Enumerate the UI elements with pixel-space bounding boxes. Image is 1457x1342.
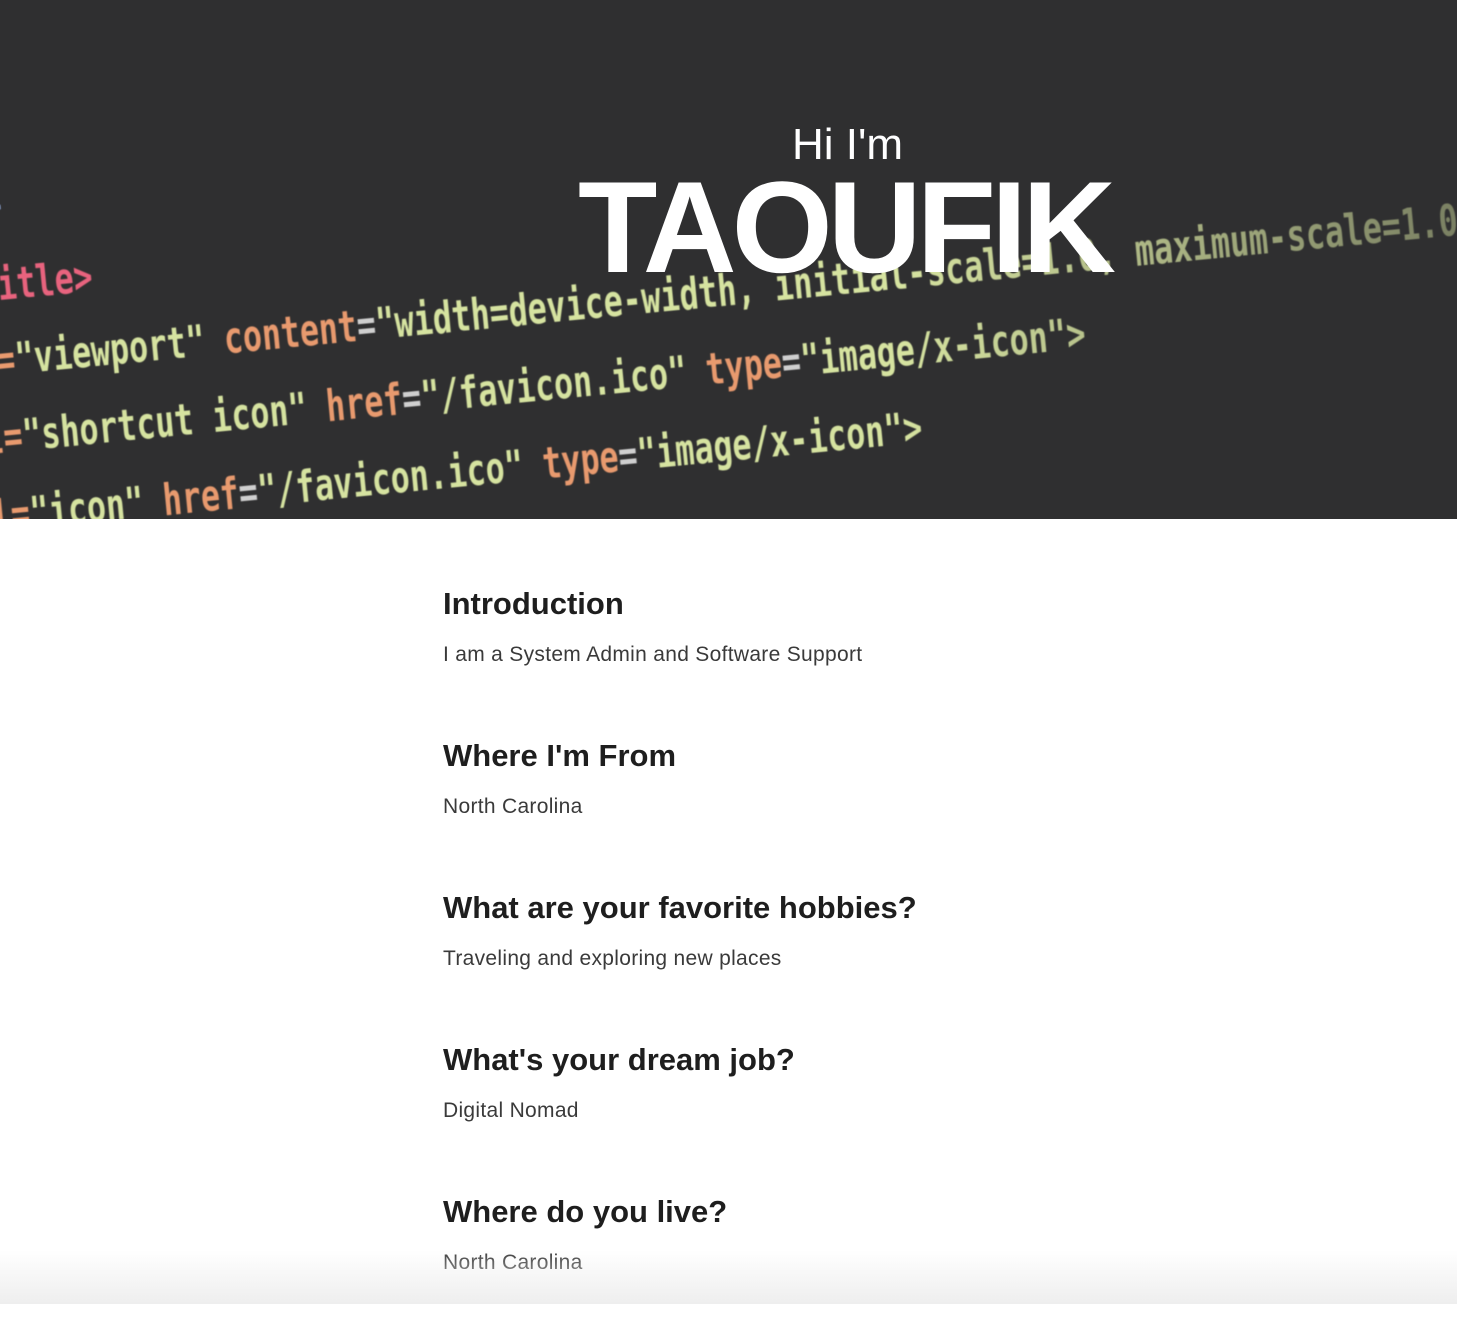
hero-banner: >title>e="viewport" content="width=devic… xyxy=(0,0,1457,519)
section-where-from: Where I'm From North Carolina xyxy=(443,734,1143,886)
section-heading: What's your dream job? xyxy=(443,1042,795,1077)
about-content: Introduction I am a System Admin and Sof… xyxy=(443,582,1143,1342)
section-introduction: Introduction I am a System Admin and Sof… xyxy=(443,582,1143,734)
section-hobbies: What are your favorite hobbies? Travelin… xyxy=(443,886,1143,1038)
section-heading: Introduction xyxy=(443,586,624,621)
section-text: North Carolina xyxy=(443,1251,583,1274)
name-title: TAOUFIK xyxy=(578,154,1116,300)
section-text: Digital Nomad xyxy=(443,1099,579,1122)
section-text: I am a System Admin and Software Support xyxy=(443,643,863,666)
section-dream-job: What's your dream job? Digital Nomad xyxy=(443,1038,1143,1190)
section-text: North Carolina xyxy=(443,795,583,818)
section-text: Traveling and exploring new places xyxy=(443,947,782,970)
section-heading: Where do you live? xyxy=(443,1194,728,1229)
section-heading: Where I'm From xyxy=(443,738,677,773)
section-heading: What are your favorite hobbies? xyxy=(443,890,917,925)
section-where-live: Where do you live? North Carolina xyxy=(443,1190,1143,1342)
